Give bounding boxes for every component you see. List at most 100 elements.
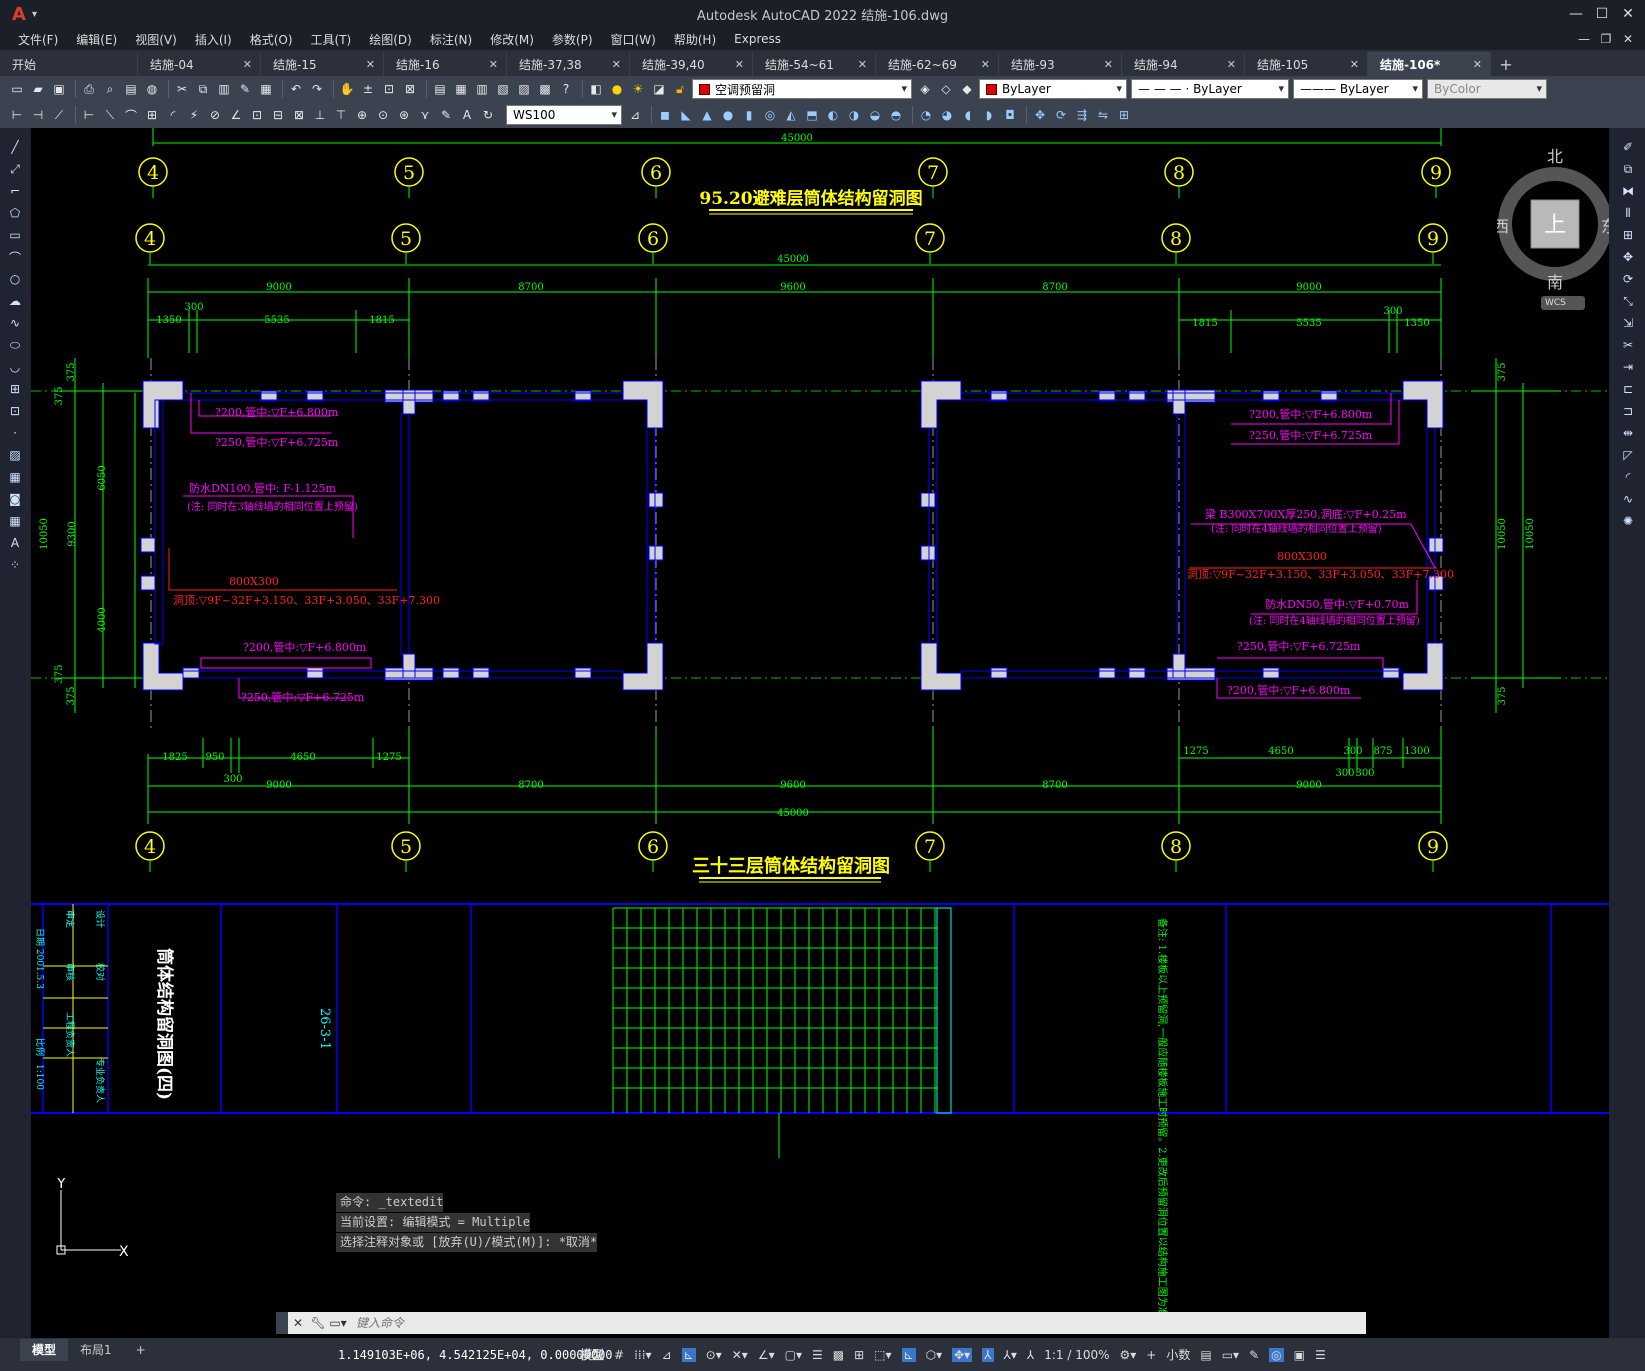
zoom-previous-icon[interactable]: ⊠ [401,80,419,98]
note-right-8[interactable]: (注: 同时在4轴线墙的相同位置上预留) [1249,614,1420,627]
note-right-10[interactable]: ?200,管中:▽F+6.800m [1227,683,1351,697]
add-selected-icon[interactable]: ⁘ [6,556,24,574]
dim-diameter-icon[interactable]: ⊘ [206,106,224,124]
fillet-icon[interactable]: ◜ [1619,468,1637,486]
polygon-icon[interactable]: ⬠ [6,204,24,222]
compass-north[interactable]: 北 [1547,148,1563,166]
file-tab[interactable]: 结施-16 ✕ [384,52,507,76]
extend-icon[interactable]: ⇥ [1619,358,1637,376]
auto-scale-icon[interactable]: ⅄▾ [1004,1348,1017,1362]
layer-lock-icon[interactable]: 🔓︎ [671,80,689,98]
construction-line-icon[interactable]: ⤢ [6,160,24,178]
dimstyle-combo[interactable]: WS100 [506,105,622,125]
join-icon[interactable]: ⇹ [1619,424,1637,442]
block-editor-icon[interactable]: ▦ [257,80,275,98]
box-icon[interactable]: ◼ [656,106,674,124]
file-tab[interactable]: 结施-39,40 ✕ [630,52,753,76]
command-line-grip[interactable] [276,1312,288,1334]
file-tab[interactable]: 结施-54~61 ✕ [753,52,876,76]
3d-mirror-icon[interactable]: ⇋ [1094,106,1112,124]
tb-remark[interactable]: 备注: 1.楼板以上预留洞,一般应随楼板施工时预留。2.更改后预留洞位置以结构施… [1156,918,1169,1327]
layer-viewport-icon[interactable]: ◪ [650,80,668,98]
ellipse-icon[interactable]: ⬭ [6,336,24,354]
layer-freeze-icon[interactable]: ☀ [629,80,647,98]
intersect-icon[interactable]: ◕ [938,106,956,124]
note-left-3[interactable]: 防水DN100,管中: F-1.125m [189,481,336,495]
dim-arc-icon[interactable]: ⌒ [122,106,140,124]
revolve-icon[interactable]: ◐ [824,106,842,124]
dim-space-icon[interactable]: ⊥ [311,106,329,124]
menu-item[interactable]: 绘图(D) [369,31,412,48]
file-tab[interactable]: 结施-93 ✕ [999,52,1122,76]
dim-continue-icon[interactable]: ⊠ [290,106,308,124]
lineweight-icon[interactable]: ☰ [812,1348,823,1362]
note-right-2[interactable]: ?250,管中:▽F+6.725m [1249,428,1373,442]
menu-item[interactable]: 窗口(W) [611,31,656,48]
print-icon[interactable]: ⎙ [80,80,98,98]
model-space-toggle[interactable]: 模型 [580,1346,604,1363]
note-left-1[interactable]: ?200,管中:▽F+6.800m [215,405,339,419]
pyramid-icon[interactable]: ◭ [782,106,800,124]
menu-item[interactable]: 插入(I) [195,31,232,48]
subtract-icon[interactable]: ◔ [917,106,935,124]
dim-jogged-icon[interactable]: ⚡︎ [185,106,203,124]
file-tab[interactable]: 结施-94 ✕ [1122,52,1245,76]
hardware-acceleration-icon[interactable]: ◎ [1269,1347,1284,1362]
doc-close-button[interactable]: ✕ [1617,32,1639,46]
note-left-6[interactable]: 洞顶:▽9F~32F+3.150、33F+3.050、33F+7.300 [173,594,440,607]
note-right-5[interactable]: 800X300 [1277,550,1327,563]
scale-icon[interactable]: ⤡ [1619,292,1637,310]
stretch-icon[interactable]: ⇲ [1619,314,1637,332]
sphere-icon[interactable]: ● [719,106,737,124]
zoom-window-icon[interactable]: ⊡ [380,80,398,98]
close-button[interactable]: ✕ [1615,0,1641,28]
menu-item[interactable]: Express [734,32,781,46]
layout-tab-layout1[interactable]: 布局1 [68,1339,124,1361]
tool-palettes-icon[interactable]: ▥ [473,80,491,98]
customization-icon[interactable]: ☰ [1315,1348,1326,1362]
insert-block-icon[interactable]: ⊞ [6,380,24,398]
file-tab[interactable]: 结施-37,38 ✕ [507,52,630,76]
center-mark-icon[interactable]: ⊙ [374,106,392,124]
note-right-1[interactable]: ?200,管中:▽F+6.800m [1249,407,1373,421]
tb-drawing-name[interactable]: 筒体结构留洞图(四) [154,948,175,1100]
cylinder-icon[interactable]: ▮ [740,106,758,124]
revision-cloud-icon[interactable]: ☁︎ [6,292,24,310]
lock-ui-icon[interactable]: ▭▾ [1222,1348,1239,1362]
note-right-3[interactable]: 梁 B300X700X厚250,洞底:▽F+0.25m [1205,507,1407,521]
gradient-icon[interactable]: ▦ [6,468,24,486]
tab-close-icon[interactable]: ✕ [735,58,744,71]
undo-icon[interactable]: ↶ [287,80,305,98]
object-snap-icon[interactable]: ▢▾ [785,1348,802,1362]
3d-align-icon[interactable]: ⇶ [1073,106,1091,124]
copy-object-icon[interactable]: ⧉ [1619,160,1637,178]
logo-dropdown-icon[interactable]: ▾ [32,9,37,20]
extrude-icon[interactable]: ⬒ [803,106,821,124]
offset-icon[interactable]: ⫴ [1619,204,1637,222]
new-tab-button[interactable]: + [1491,52,1521,76]
region-icon[interactable]: ◙ [6,490,24,508]
dim-style-icon[interactable]: ⊿ [626,106,644,124]
clean-screen-icon[interactable]: ▣ [1294,1348,1305,1362]
interfere-icon[interactable]: ◘ [1001,106,1019,124]
wedge-icon[interactable]: ◣ [677,106,695,124]
isolate-objects-icon[interactable]: ✎ [1249,1348,1259,1362]
polar-icon[interactable]: ⊙▾ [706,1348,722,1362]
dim-linear-icon[interactable]: ⊢ [80,106,98,124]
note-left-8[interactable]: ?250,管中:▽F+6.725m [241,690,365,704]
color-combo[interactable]: ByLayer [979,79,1127,99]
dim-baseline-icon[interactable]: ⊟ [269,106,287,124]
dim-text-edit-icon[interactable]: A [458,106,476,124]
cut-icon[interactable]: ✂ [173,80,191,98]
plotstyle-combo[interactable]: ByColor [1427,79,1547,99]
new-icon[interactable]: ▭ [8,80,26,98]
menu-item[interactable]: 修改(M) [490,31,534,48]
mirror-icon[interactable]: ⧓ [1619,182,1637,200]
file-tab[interactable]: 结施-105 ✕ [1245,52,1368,76]
doc-restore-button[interactable]: ❐ [1595,32,1617,46]
mtext-icon[interactable]: A [6,534,24,552]
minimize-button[interactable]: — [1563,0,1589,28]
properties-icon[interactable]: ▤ [431,80,449,98]
sheet-set-icon[interactable]: ▧ [494,80,512,98]
grid-icon[interactable]: # [614,1348,624,1362]
